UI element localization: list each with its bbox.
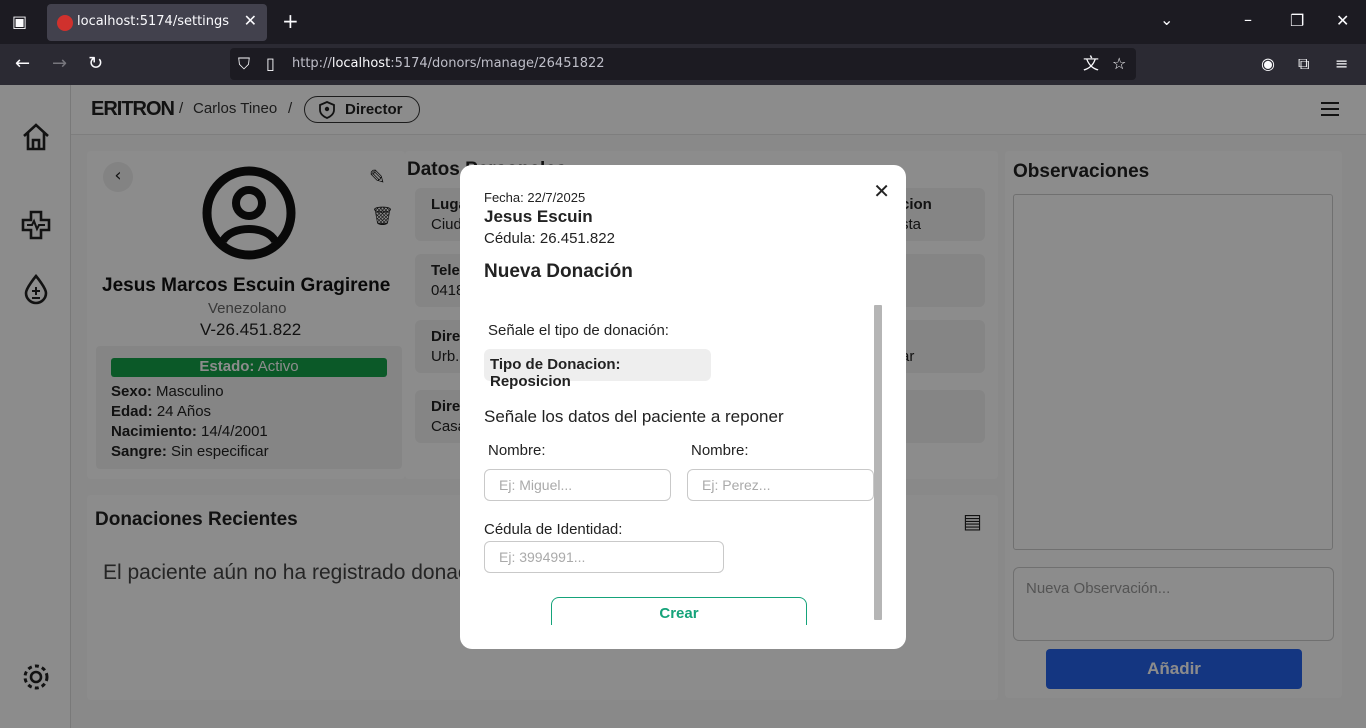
tab-list-chevron-icon[interactable]: ⌄ <box>1160 12 1173 28</box>
crear-button[interactable]: Crear <box>551 597 807 625</box>
cedula-input[interactable]: Ej: 3994991... <box>484 541 724 573</box>
app-menu-icon[interactable]: ≡ <box>1335 56 1348 72</box>
apellido-label: Nombre: <box>691 442 749 459</box>
restore-icon[interactable]: ❐ <box>1290 13 1304 29</box>
window-close-icon[interactable]: ✕ <box>1336 13 1349 29</box>
tab-title: localhost:5174/settings <box>77 14 230 29</box>
url-bar[interactable]: ⛉ ▯ http://localhost:5174/donors/manage/… <box>230 48 1136 80</box>
paciente-prompt: Señale los datos del paciente a reponer <box>484 407 784 426</box>
apellido-input[interactable]: Ej: Perez... <box>687 469 874 501</box>
shield-icon[interactable]: ⛉ <box>238 56 250 72</box>
modal-title: Nueva Donación <box>484 261 633 282</box>
nombre-label: Nombre: <box>488 442 546 459</box>
modal-fecha: Fecha: 22/7/2025 <box>484 190 586 205</box>
tipo-donacion-chip[interactable]: Tipo de Donacion: Reposicion <box>484 349 711 390</box>
account-icon[interactable]: ◉ <box>1261 56 1275 72</box>
url-text[interactable]: http://localhost:5174/donors/manage/2645… <box>292 56 605 71</box>
cedula-label: Cédula de Identidad: <box>484 521 623 538</box>
browser-tab[interactable]: localhost:5174/settings ✕ <box>47 4 267 41</box>
new-tab-icon[interactable]: + <box>282 11 299 31</box>
page-info-icon[interactable]: ▯ <box>266 56 275 72</box>
browser-navbar: ← → ↻ ⛉ ▯ http://localhost:5174/donors/m… <box>0 44 1366 85</box>
nombre-input[interactable]: Ej: Miguel... <box>484 469 671 501</box>
close-modal-icon[interactable]: ✕ <box>873 179 890 204</box>
modal-cedula: Cédula: 26.451.822 <box>484 230 615 247</box>
tab-overview-icon[interactable]: ▣ <box>12 14 27 30</box>
bookmark-star-icon[interactable]: ☆ <box>1112 56 1126 72</box>
extensions-icon[interactable]: ⧉ <box>1298 56 1309 72</box>
translate-icon[interactable]: 文 <box>1083 56 1099 72</box>
close-tab-icon[interactable]: ✕ <box>244 11 257 30</box>
tipo-prompt: Señale el tipo de donación: <box>488 322 669 339</box>
favicon-icon <box>57 15 73 31</box>
minimize-icon[interactable]: – <box>1244 12 1252 28</box>
forward-icon[interactable]: → <box>52 55 67 73</box>
modal-donor-name: Jesus Escuin <box>484 207 593 226</box>
browser-tabbar: ▣ localhost:5174/settings ✕ + ⌄ – ❐ ✕ <box>0 0 1366 44</box>
reload-icon[interactable]: ↻ <box>88 55 103 73</box>
modal-scrollbar[interactable] <box>874 305 882 620</box>
new-donation-modal: ✕ Fecha: 22/7/2025 Jesus Escuin Cédula: … <box>460 165 906 649</box>
back-icon[interactable]: ← <box>15 55 30 73</box>
